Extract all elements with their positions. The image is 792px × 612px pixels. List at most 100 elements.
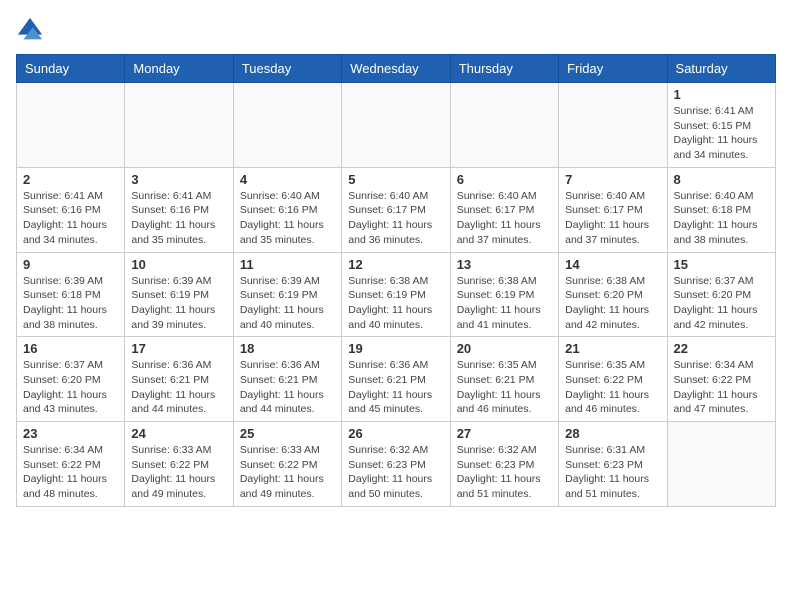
- weekday-header-saturday: Saturday: [667, 55, 775, 83]
- weekday-header-wednesday: Wednesday: [342, 55, 450, 83]
- day-number: 20: [457, 341, 552, 356]
- calendar-cell: [342, 83, 450, 168]
- day-info: Sunrise: 6:40 AM Sunset: 6:18 PM Dayligh…: [674, 189, 769, 248]
- day-info: Sunrise: 6:41 AM Sunset: 6:16 PM Dayligh…: [131, 189, 226, 248]
- day-info: Sunrise: 6:32 AM Sunset: 6:23 PM Dayligh…: [348, 443, 443, 502]
- day-number: 25: [240, 426, 335, 441]
- day-info: Sunrise: 6:40 AM Sunset: 6:17 PM Dayligh…: [457, 189, 552, 248]
- day-number: 9: [23, 257, 118, 272]
- day-number: 12: [348, 257, 443, 272]
- calendar-cell: 20 Sunrise: 6:35 AM Sunset: 6:21 PM Dayli…: [450, 337, 558, 422]
- calendar-cell: 3 Sunrise: 6:41 AM Sunset: 6:16 PM Daylig…: [125, 167, 233, 252]
- day-info: Sunrise: 6:34 AM Sunset: 6:22 PM Dayligh…: [674, 358, 769, 417]
- day-number: 19: [348, 341, 443, 356]
- day-info: Sunrise: 6:37 AM Sunset: 6:20 PM Dayligh…: [674, 274, 769, 333]
- day-info: Sunrise: 6:37 AM Sunset: 6:20 PM Dayligh…: [23, 358, 118, 417]
- day-info: Sunrise: 6:36 AM Sunset: 6:21 PM Dayligh…: [240, 358, 335, 417]
- day-info: Sunrise: 6:36 AM Sunset: 6:21 PM Dayligh…: [131, 358, 226, 417]
- calendar-cell: 10 Sunrise: 6:39 AM Sunset: 6:19 PM Dayli…: [125, 252, 233, 337]
- calendar-cell: [667, 422, 775, 507]
- calendar-week-row: 1 Sunrise: 6:41 AM Sunset: 6:15 PM Daylig…: [17, 83, 776, 168]
- page-header: [16, 16, 776, 44]
- calendar-cell: 28 Sunrise: 6:31 AM Sunset: 6:23 PM Dayli…: [559, 422, 667, 507]
- calendar-cell: 16Sunrise: 6:37 AM Sunset: 6:20 PM Dayli…: [17, 337, 125, 422]
- calendar-cell: [233, 83, 341, 168]
- calendar-cell: 14 Sunrise: 6:38 AM Sunset: 6:20 PM Dayli…: [559, 252, 667, 337]
- day-number: 21: [565, 341, 660, 356]
- calendar-week-row: 9 Sunrise: 6:39 AM Sunset: 6:18 PM Daylig…: [17, 252, 776, 337]
- day-number: 1: [674, 87, 769, 102]
- calendar-cell: 19 Sunrise: 6:36 AM Sunset: 6:21 PM Dayli…: [342, 337, 450, 422]
- day-info: Sunrise: 6:40 AM Sunset: 6:17 PM Dayligh…: [348, 189, 443, 248]
- calendar-cell: 6 Sunrise: 6:40 AM Sunset: 6:17 PM Daylig…: [450, 167, 558, 252]
- calendar-cell: 8 Sunrise: 6:40 AM Sunset: 6:18 PM Daylig…: [667, 167, 775, 252]
- day-number: 23: [23, 426, 118, 441]
- calendar-cell: [559, 83, 667, 168]
- calendar-cell: 4 Sunrise: 6:40 AM Sunset: 6:16 PM Daylig…: [233, 167, 341, 252]
- day-info: Sunrise: 6:39 AM Sunset: 6:19 PM Dayligh…: [240, 274, 335, 333]
- day-number: 5: [348, 172, 443, 187]
- day-number: 24: [131, 426, 226, 441]
- weekday-header-sunday: Sunday: [17, 55, 125, 83]
- day-info: Sunrise: 6:41 AM Sunset: 6:15 PM Dayligh…: [674, 104, 769, 163]
- day-info: Sunrise: 6:38 AM Sunset: 6:19 PM Dayligh…: [457, 274, 552, 333]
- calendar-cell: 13 Sunrise: 6:38 AM Sunset: 6:19 PM Dayli…: [450, 252, 558, 337]
- day-number: 18: [240, 341, 335, 356]
- day-number: 7: [565, 172, 660, 187]
- day-info: Sunrise: 6:36 AM Sunset: 6:21 PM Dayligh…: [348, 358, 443, 417]
- day-info: Sunrise: 6:32 AM Sunset: 6:23 PM Dayligh…: [457, 443, 552, 502]
- calendar-cell: 21 Sunrise: 6:35 AM Sunset: 6:22 PM Dayli…: [559, 337, 667, 422]
- day-number: 13: [457, 257, 552, 272]
- calendar-cell: 11 Sunrise: 6:39 AM Sunset: 6:19 PM Dayli…: [233, 252, 341, 337]
- day-info: Sunrise: 6:35 AM Sunset: 6:22 PM Dayligh…: [565, 358, 660, 417]
- day-number: 8: [674, 172, 769, 187]
- calendar-cell: 18 Sunrise: 6:36 AM Sunset: 6:21 PM Dayli…: [233, 337, 341, 422]
- day-info: Sunrise: 6:38 AM Sunset: 6:20 PM Dayligh…: [565, 274, 660, 333]
- calendar-cell: 23 Sunrise: 6:34 AM Sunset: 6:22 PM Dayli…: [17, 422, 125, 507]
- day-info: Sunrise: 6:33 AM Sunset: 6:22 PM Dayligh…: [240, 443, 335, 502]
- day-info: Sunrise: 6:38 AM Sunset: 6:19 PM Dayligh…: [348, 274, 443, 333]
- calendar-cell: 2Sunrise: 6:41 AM Sunset: 6:16 PM Daylig…: [17, 167, 125, 252]
- calendar-cell: [450, 83, 558, 168]
- day-info: Sunrise: 6:35 AM Sunset: 6:21 PM Dayligh…: [457, 358, 552, 417]
- logo: [16, 16, 48, 44]
- day-info: Sunrise: 6:39 AM Sunset: 6:18 PM Dayligh…: [23, 274, 118, 333]
- logo-icon: [16, 16, 44, 44]
- weekday-header-tuesday: Tuesday: [233, 55, 341, 83]
- day-info: Sunrise: 6:34 AM Sunset: 6:22 PM Dayligh…: [23, 443, 118, 502]
- day-info: Sunrise: 6:39 AM Sunset: 6:19 PM Dayligh…: [131, 274, 226, 333]
- calendar-week-row: 2 Sunrise: 6:41 AM Sunset: 6:16 PM Daylig…: [17, 167, 776, 252]
- day-number: 22: [674, 341, 769, 356]
- day-number: 28: [565, 426, 660, 441]
- calendar-cell: 27 Sunrise: 6:32 AM Sunset: 6:23 PM Dayli…: [450, 422, 558, 507]
- calendar-cell: 17 Sunrise: 6:36 AM Sunset: 6:21 PM Dayli…: [125, 337, 233, 422]
- day-number: 11: [240, 257, 335, 272]
- calendar-week-row: 16Sunrise: 6:37 AM Sunset: 6:20 PM Dayli…: [17, 337, 776, 422]
- weekday-header-friday: Friday: [559, 55, 667, 83]
- calendar-week-row: 23 Sunrise: 6:34 AM Sunset: 6:22 PM Dayli…: [17, 422, 776, 507]
- day-info: Sunrise: 6:40 AM Sunset: 6:17 PM Dayligh…: [565, 189, 660, 248]
- calendar-cell: 5 Sunrise: 6:40 AM Sunset: 6:17 PM Daylig…: [342, 167, 450, 252]
- day-info: Sunrise: 6:31 AM Sunset: 6:23 PM Dayligh…: [565, 443, 660, 502]
- calendar-cell: 22 Sunrise: 6:34 AM Sunset: 6:22 PM Dayli…: [667, 337, 775, 422]
- day-number: 4: [240, 172, 335, 187]
- calendar-cell: 9 Sunrise: 6:39 AM Sunset: 6:18 PM Daylig…: [17, 252, 125, 337]
- calendar-cell: 1 Sunrise: 6:41 AM Sunset: 6:15 PM Daylig…: [667, 83, 775, 168]
- day-info: Sunrise: 6:40 AM Sunset: 6:16 PM Dayligh…: [240, 189, 335, 248]
- day-number: 14: [565, 257, 660, 272]
- calendar-cell: 7 Sunrise: 6:40 AM Sunset: 6:17 PM Daylig…: [559, 167, 667, 252]
- weekday-header-thursday: Thursday: [450, 55, 558, 83]
- day-info: Sunrise: 6:33 AM Sunset: 6:22 PM Dayligh…: [131, 443, 226, 502]
- calendar-cell: 25 Sunrise: 6:33 AM Sunset: 6:22 PM Dayli…: [233, 422, 341, 507]
- day-number: 2: [23, 172, 118, 187]
- day-number: 6: [457, 172, 552, 187]
- calendar-cell: [125, 83, 233, 168]
- day-number: 17: [131, 341, 226, 356]
- calendar-cell: 12 Sunrise: 6:38 AM Sunset: 6:19 PM Dayli…: [342, 252, 450, 337]
- day-number: 3: [131, 172, 226, 187]
- day-number: 27: [457, 426, 552, 441]
- day-number: 10: [131, 257, 226, 272]
- calendar-cell: 15Sunrise: 6:37 AM Sunset: 6:20 PM Dayli…: [667, 252, 775, 337]
- calendar-table: SundayMondayTuesdayWednesdayThursdayFrid…: [16, 54, 776, 507]
- day-number: 26: [348, 426, 443, 441]
